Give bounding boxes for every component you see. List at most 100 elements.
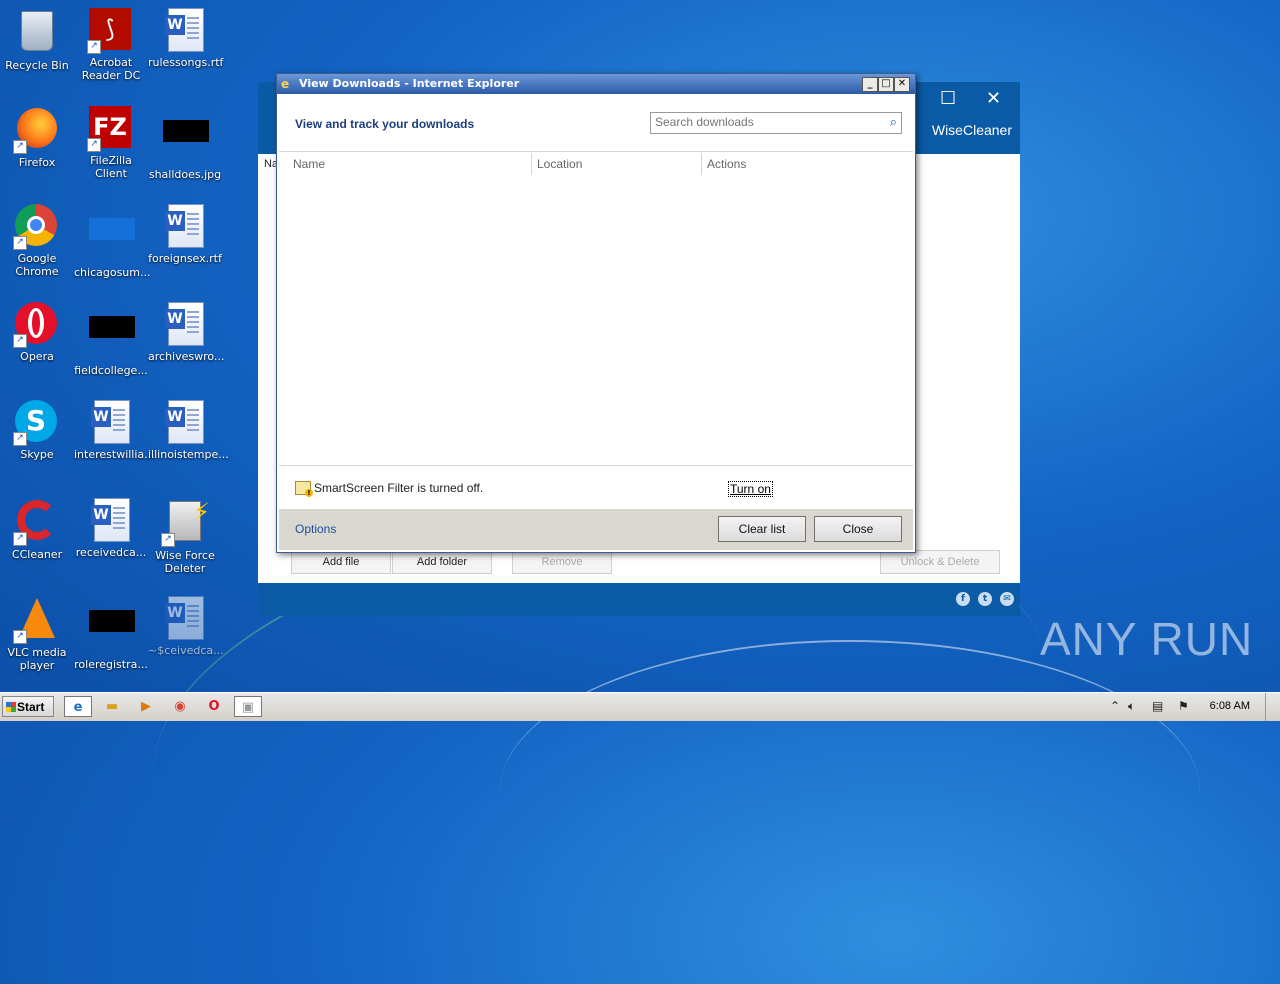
- word-document-icon: [163, 204, 207, 248]
- dialog-footer: Options Clear list Close: [279, 509, 913, 550]
- show-desktop-button[interactable]: [1265, 693, 1280, 721]
- smartscreen-warning-icon: !: [295, 481, 313, 497]
- desktop-icon-label: archiveswro...: [148, 350, 225, 363]
- desktop-icon-ccleaner[interactable]: ↗ CCleaner: [0, 498, 74, 561]
- column-header-name[interactable]: Name: [293, 157, 325, 171]
- skype-icon: S ↗: [13, 400, 59, 446]
- wisecleaner-brand: WiseCleaner: [931, 122, 1012, 138]
- word-document-icon: [89, 498, 133, 542]
- smartscreen-bar: ! SmartScreen Filter is turned off. Turn…: [279, 465, 913, 510]
- dialog-title: View Downloads - Internet Explorer: [299, 77, 520, 90]
- desktop-icon-label: shalldoes.jpg: [148, 168, 222, 181]
- desktop-icon-label: foreignsex.rtf: [148, 252, 222, 265]
- desktop-icon-file[interactable]: chicagosum...: [74, 204, 151, 279]
- file-explorer-icon[interactable]: ▬: [98, 696, 126, 717]
- desktop-icon-file[interactable]: fieldcollege...: [74, 302, 148, 377]
- word-document-icon: [163, 596, 207, 640]
- opera-icon[interactable]: O: [200, 696, 228, 717]
- search-input[interactable]: [651, 113, 881, 131]
- clock[interactable]: 6:08 AM: [1210, 700, 1250, 712]
- action-center-flag-icon[interactable]: ⚑: [1178, 699, 1189, 713]
- options-link[interactable]: Options: [295, 522, 336, 536]
- vlc-cone-icon: ↗: [13, 598, 59, 644]
- maximize-icon[interactable]: ☐: [940, 88, 956, 109]
- smartscreen-status-text: SmartScreen Filter is turned off.: [314, 481, 484, 495]
- unlock-delete-button[interactable]: Unlock & Delete: [880, 550, 1000, 574]
- wallpaper-swoosh: [500, 640, 1200, 942]
- internet-explorer-icon[interactable]: e: [64, 696, 92, 717]
- desktop-icon-word-doc[interactable]: archiveswro...: [148, 302, 225, 363]
- desktop-icon-label: Opera: [20, 350, 54, 363]
- desktop-icon-label: Firefox: [18, 156, 56, 169]
- close-button[interactable]: Close: [814, 516, 902, 542]
- facebook-icon[interactable]: f: [956, 592, 970, 606]
- remove-button[interactable]: Remove: [512, 550, 612, 574]
- twitter-icon[interactable]: t: [978, 592, 992, 606]
- desktop-icon-label: FileZilla Client: [90, 154, 132, 180]
- desktop-icon-word-doc[interactable]: ~$ceivedca...: [148, 596, 224, 657]
- desktop-icon-word-doc[interactable]: interestwillia...: [74, 400, 155, 461]
- desktop-icon-label: chicagosum...: [74, 266, 151, 279]
- add-file-button[interactable]: Add file: [291, 550, 391, 574]
- chrome-icon: ↗: [13, 204, 59, 250]
- search-box[interactable]: ⌕: [650, 112, 902, 134]
- ccleaner-icon: ↗: [13, 500, 59, 546]
- desktop-icon-file[interactable]: shalldoes.jpg: [148, 106, 222, 181]
- image-file-icon: [89, 610, 135, 654]
- header-divider: [279, 151, 913, 152]
- wise-force-deleter-taskbar-icon[interactable]: ▣: [234, 696, 262, 717]
- desktop-icon-word-doc[interactable]: rulessongs.rtf: [148, 8, 224, 69]
- close-icon[interactable]: ✕: [986, 88, 1001, 109]
- media-player-icon[interactable]: ▶: [132, 696, 160, 717]
- add-folder-button[interactable]: Add folder: [392, 550, 492, 574]
- desktop-icon-label: rulessongs.rtf: [148, 56, 224, 69]
- desktop-icon-label: Recycle Bin: [5, 59, 69, 72]
- network-icon[interactable]: ▤: [1152, 699, 1163, 713]
- desktop-icon-wise-force-deleter[interactable]: ⚡ ↗ Wise Force Deleter: [148, 498, 222, 575]
- desktop-icon-recycle-bin[interactable]: Recycle Bin: [0, 8, 74, 72]
- column-separator[interactable]: [701, 153, 702, 175]
- desktop-icon-label: roleregistra...: [74, 658, 148, 671]
- word-document-icon: [163, 400, 207, 444]
- desktop-icon-acrobat[interactable]: ⟆ ↗ Acrobat Reader DC: [74, 8, 148, 82]
- desktop-icon-file[interactable]: roleregistra...: [74, 596, 148, 671]
- desktop-icon-filezilla[interactable]: FZ ↗ FileZilla Client: [74, 106, 148, 180]
- desktop-icon-word-doc[interactable]: foreignsex.rtf: [148, 204, 222, 265]
- recycle-bin-icon: [15, 11, 59, 55]
- search-icon[interactable]: ⌕: [890, 114, 897, 130]
- desktop-icon-firefox[interactable]: ↗ Firefox: [0, 106, 74, 169]
- email-icon[interactable]: ✉: [1000, 592, 1014, 606]
- desktop-icon-label: interestwillia...: [74, 448, 155, 461]
- close-window-button[interactable]: ✕: [894, 77, 910, 92]
- wise-force-deleter-icon: ⚡ ↗: [161, 500, 210, 547]
- column-header-actions[interactable]: Actions: [707, 157, 746, 171]
- desktop-icon-word-doc[interactable]: illinoistempe...: [148, 400, 229, 461]
- desktop-icon-label: illinoistempe...: [148, 448, 229, 461]
- filezilla-icon: FZ ↗: [87, 106, 133, 152]
- minimize-button[interactable]: _: [862, 77, 878, 92]
- desktop-icon-opera[interactable]: ↗ Opera: [0, 302, 74, 363]
- desktop-icon-word-doc[interactable]: receivedca...: [74, 498, 148, 559]
- desktop-icon-skype[interactable]: S ↗ Skype: [0, 400, 74, 461]
- turn-on-link[interactable]: Turn on: [728, 481, 773, 497]
- taskbar: Start e ▬ ▶ ◉ O ▣ ⌃ 🔈︎ ▤ ⚑ 6:08 AM: [0, 692, 1280, 721]
- desktop-icon-label: CCleaner: [11, 548, 63, 561]
- chrome-icon[interactable]: ◉: [166, 696, 194, 717]
- desktop-icon-chrome[interactable]: ↗ Google Chrome: [0, 204, 74, 278]
- dialog-title-bar: e View Downloads - Internet Explorer _ □…: [277, 74, 915, 94]
- view-downloads-dialog: e View Downloads - Internet Explorer _ □…: [276, 73, 916, 553]
- word-document-icon: [89, 400, 133, 444]
- desktop-icon-label: receivedca...: [75, 546, 147, 559]
- column-header-location[interactable]: Location: [537, 157, 582, 171]
- column-separator[interactable]: [531, 153, 532, 175]
- clear-list-button[interactable]: Clear list: [718, 516, 806, 542]
- start-button[interactable]: Start: [2, 696, 54, 717]
- internet-explorer-icon: e: [281, 77, 290, 91]
- maximize-button[interactable]: □: [878, 77, 894, 92]
- desktop-icon-label: VLC media player: [7, 646, 67, 672]
- volume-icon[interactable]: 🔈︎: [1128, 699, 1135, 714]
- word-document-icon: [163, 8, 207, 52]
- show-hidden-icons-icon[interactable]: ⌃: [1110, 699, 1120, 713]
- desktop-icon-vlc[interactable]: ↗ VLC media player: [0, 596, 74, 672]
- wise-footer: f t ✉: [258, 583, 1020, 616]
